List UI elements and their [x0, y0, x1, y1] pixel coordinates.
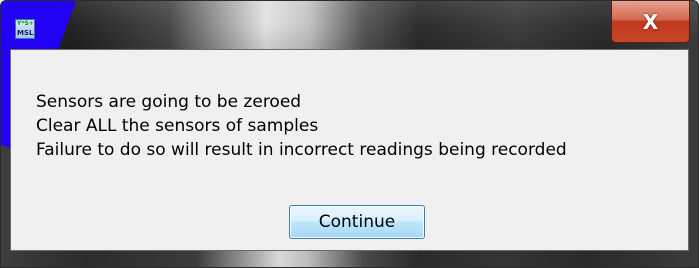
close-button[interactable]: X: [611, 1, 690, 43]
close-icon: X: [642, 9, 659, 34]
message-text: Sensors are going to be zeroed Clear ALL…: [36, 90, 567, 162]
window-bottom-border: [1, 251, 698, 267]
title-bar[interactable]: Y*S+ MSL X: [1, 1, 698, 153]
message-line-1: Sensors are going to be zeroed: [36, 92, 302, 112]
app-icon: Y*S+ MSL: [15, 19, 35, 39]
dialog-window: Y*S+ MSL X Sensors are going to be zeroe…: [0, 0, 699, 268]
message-line-3: Failure to do so will result in incorrec…: [36, 140, 567, 160]
app-icon-text-bottom: MSL: [17, 29, 34, 37]
dialog-body: Sensors are going to be zeroed Clear ALL…: [10, 49, 689, 251]
continue-button[interactable]: Continue: [289, 205, 425, 239]
app-icon-text-top: Y*S+: [17, 20, 34, 27]
message-line-2: Clear ALL the sensors of samples: [36, 116, 319, 136]
